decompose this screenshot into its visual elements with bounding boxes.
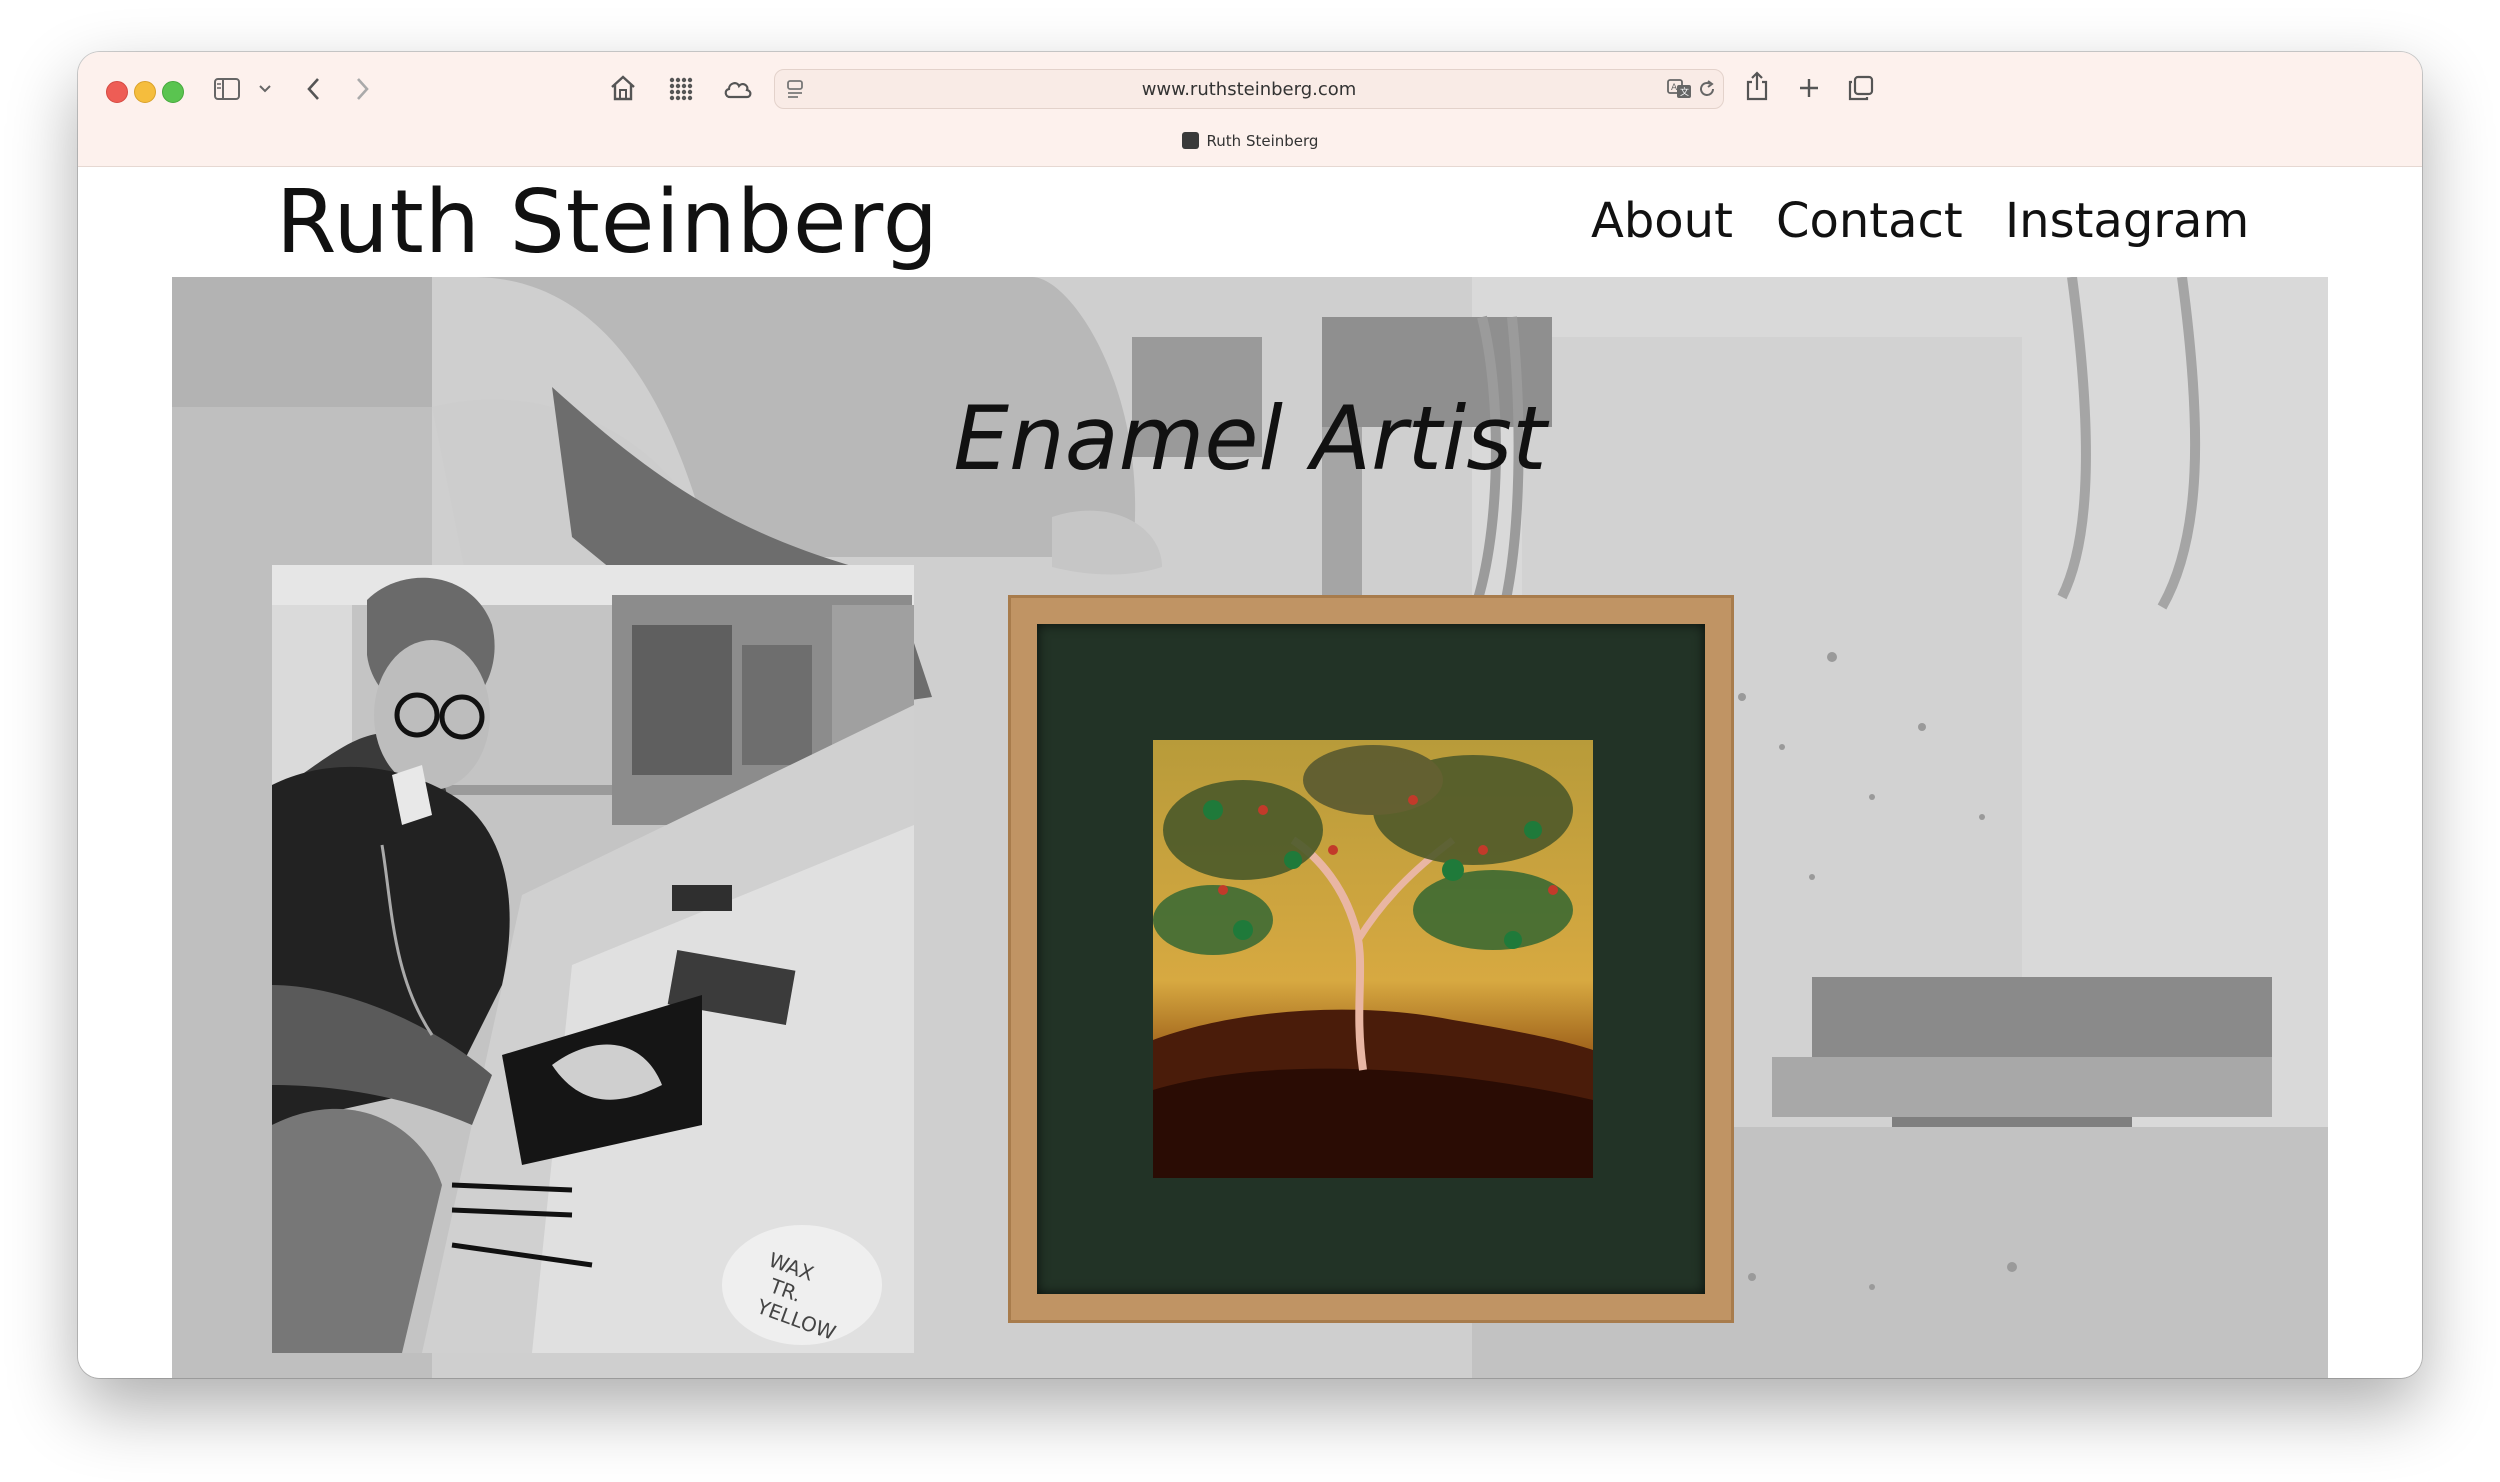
close-window-button[interactable] <box>106 81 128 103</box>
hero-section: Enamel Artist WAX TR. YELLOW <box>172 277 2328 1378</box>
artist-at-work-photo[interactable]: WAX TR. YELLOW <box>272 565 914 1353</box>
nav-instagram[interactable]: Instagram <box>2005 193 2249 249</box>
tagline: Enamel Artist <box>953 387 1547 490</box>
web-page: Ruth Steinberg About Contact Instagram E… <box>78 167 2422 1378</box>
cloud-icon[interactable] <box>722 77 754 101</box>
chevron-right-icon[interactable] <box>351 75 373 103</box>
nav-about[interactable]: About <box>1591 193 1733 249</box>
reload-icon[interactable] <box>1697 79 1717 99</box>
grid-icon[interactable] <box>668 76 694 102</box>
nav-contact[interactable]: Contact <box>1776 193 1963 249</box>
tab-title: Ruth Steinberg <box>1206 132 1319 150</box>
translate-icon[interactable]: A 文 <box>1667 78 1693 100</box>
framed-artwork-photo[interactable] <box>1008 595 1734 1323</box>
tree-enamel-artwork <box>1153 740 1593 1178</box>
browser-window: www.ruthsteinberg.com A 文 Ruth Steinberg… <box>78 52 2422 1378</box>
svg-text:A: A <box>1671 83 1678 93</box>
chevron-down-icon[interactable] <box>258 83 272 95</box>
url-text: www.ruthsteinberg.com <box>1141 79 1357 100</box>
maximize-window-button[interactable] <box>162 81 184 103</box>
share-icon[interactable] <box>1744 70 1770 102</box>
artwork-mat <box>1037 624 1705 1294</box>
site-favicon <box>1181 132 1199 149</box>
browser-toolbar: www.ruthsteinberg.com A 文 Ruth Steinberg <box>78 52 2422 167</box>
site-title[interactable]: Ruth Steinberg <box>276 171 939 273</box>
svg-text:文: 文 <box>1680 86 1689 98</box>
minimize-window-button[interactable] <box>134 81 156 103</box>
plus-icon[interactable] <box>1797 76 1821 100</box>
active-tab[interactable]: Ruth Steinberg <box>78 132 2422 150</box>
home-icon[interactable] <box>608 73 638 103</box>
tabs-overview-icon[interactable] <box>1847 74 1875 102</box>
address-bar[interactable]: www.ruthsteinberg.com A 文 <box>774 69 1724 109</box>
chevron-left-icon[interactable] <box>303 75 325 103</box>
sidebar-icon[interactable] <box>213 77 241 101</box>
